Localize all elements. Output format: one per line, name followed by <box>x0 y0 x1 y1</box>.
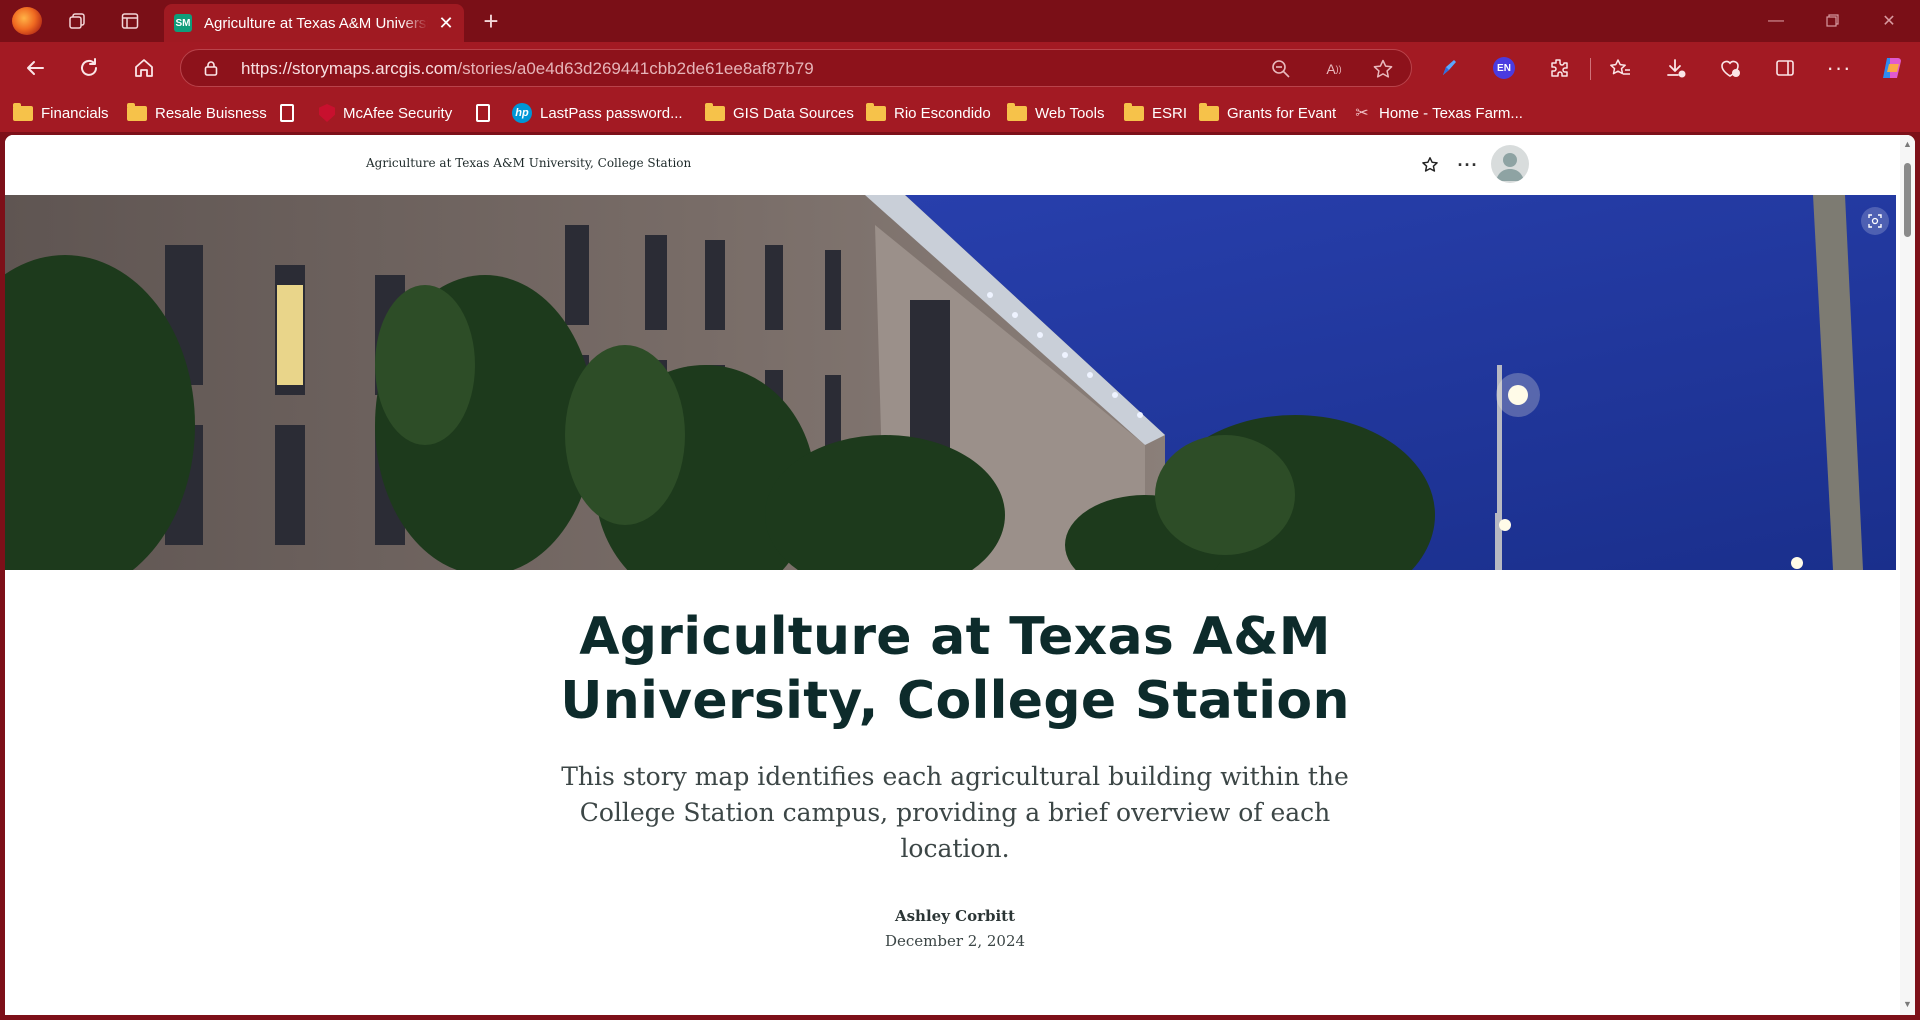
bookmark-document-2[interactable] <box>476 102 490 124</box>
copilot-icon[interactable] <box>1876 52 1908 84</box>
minimize-button[interactable]: — <box>1753 8 1799 34</box>
vertical-scrollbar[interactable]: ▲ ▼ <box>1900 135 1915 1015</box>
mcafee-icon <box>319 104 335 122</box>
toolbar-separator <box>1590 58 1591 80</box>
bookmark-label: ESRI <box>1152 104 1188 122</box>
bookmark-web-tools[interactable]: Web Tools <box>1007 102 1105 124</box>
bookmark-label: Financials <box>41 104 109 122</box>
scroll-down-arrow-icon[interactable]: ▼ <box>1903 999 1912 1009</box>
read-aloud-icon[interactable]: A)) <box>1322 57 1346 81</box>
refresh-button[interactable] <box>71 51 107 85</box>
url-text[interactable]: https://storymaps.arcgis.com/stories/a0e… <box>241 59 814 79</box>
story-title: Agriculture at Texas A&M University, Col… <box>560 607 1350 731</box>
browser-essentials-icon[interactable] <box>1714 52 1746 84</box>
new-tab-button[interactable]: + <box>474 6 508 36</box>
tab-active[interactable]: SM Agriculture at Texas A&M University, … <box>164 4 464 42</box>
folder-icon <box>127 102 147 121</box>
storymaps-favicon-icon: SM <box>174 14 192 32</box>
close-tab-icon[interactable]: ✕ <box>434 11 458 35</box>
bookmark-label: GIS Data Sources <box>733 104 854 122</box>
url-path: /stories/a0e4d63d269441cbb2de61ee8af87b7… <box>457 59 814 78</box>
workspaces-icon[interactable] <box>60 5 94 37</box>
bookmark-gis-data-sources[interactable]: GIS Data Sources <box>705 102 854 124</box>
document-icon <box>476 104 490 122</box>
bookmark-label: Resale Buisness <box>155 104 267 122</box>
story-author: Ashley Corbitt <box>894 907 1016 925</box>
extensions-icon[interactable] <box>1543 52 1575 84</box>
home-button[interactable] <box>126 51 162 85</box>
restore-button[interactable] <box>1810 8 1856 34</box>
collections-icon[interactable] <box>1769 52 1801 84</box>
navigation-bar: https://storymaps.arcgis.com/stories/a0e… <box>0 42 1920 94</box>
bookmarks-bar: Financials Resale Buisness McAfee Securi… <box>0 94 1920 132</box>
bookmark-label: Grants for Evant <box>1227 104 1337 122</box>
bookmark-rio-escondido[interactable]: Rio Escondido <box>866 102 991 124</box>
vertical-tabs-icon[interactable] <box>113 5 147 37</box>
bookmark-grants-for-evant[interactable]: Grants for Evant <box>1199 102 1336 124</box>
bookmark-financials[interactable]: Financials <box>13 102 109 124</box>
more-options-icon[interactable]: ··· <box>1823 52 1855 84</box>
document-icon <box>280 104 294 122</box>
story-subtitle: This story map identifies each agricultu… <box>561 762 1349 863</box>
bookmark-label: LastPass password... <box>540 104 683 122</box>
url-host: https://storymaps.arcgis.com <box>241 59 458 78</box>
hero-image <box>5 195 1896 570</box>
zoom-out-icon[interactable] <box>1269 57 1293 81</box>
downloads-icon[interactable] <box>1659 52 1691 84</box>
bookmark-mcafee[interactable]: McAfee Security <box>319 102 452 124</box>
profile-avatar[interactable] <box>12 7 42 35</box>
user-avatar[interactable] <box>1491 145 1529 183</box>
lock-icon[interactable] <box>203 60 219 76</box>
folder-icon <box>1007 102 1027 121</box>
bookmark-texas-farm[interactable]: ✂ Home - Texas Farm... <box>1353 102 1523 124</box>
bookmark-label: Web Tools <box>1035 104 1105 122</box>
address-bar[interactable]: https://storymaps.arcgis.com/stories/a0e… <box>180 49 1412 87</box>
folder-icon <box>13 102 33 121</box>
close-window-button[interactable]: ✕ <box>1866 8 1912 34</box>
designer-pen-icon[interactable] <box>1433 52 1465 84</box>
bookmark-label: Home - Texas Farm... <box>1379 104 1523 122</box>
title-bar: SM Agriculture at Texas A&M University, … <box>0 0 1920 42</box>
folder-icon <box>1199 102 1219 121</box>
more-options-icon[interactable]: ··· <box>1456 153 1480 177</box>
bookmark-resale-business[interactable]: Resale Buisness <box>127 102 267 124</box>
bookmark-lastpass[interactable]: hp LastPass password... <box>512 102 683 124</box>
favorite-star-icon[interactable] <box>1371 57 1395 81</box>
storymap-header-title: Agriculture at Texas A&M University, Col… <box>366 156 692 170</box>
hp-icon: hp <box>512 103 532 123</box>
page-viewport: Agriculture at Texas A&M University, Col… <box>5 135 1915 1015</box>
back-button[interactable] <box>17 51 53 85</box>
story-date: December 2, 2024 <box>884 932 1026 950</box>
scrollbar-thumb[interactable] <box>1904 163 1911 237</box>
favorites-icon[interactable] <box>1604 52 1636 84</box>
language-badge: EN <box>1493 57 1515 79</box>
storymap-header: Agriculture at Texas A&M University, Col… <box>5 135 1900 195</box>
tab-title: Agriculture at Texas A&M University, Col… <box>204 14 428 32</box>
folder-icon <box>866 102 886 121</box>
view-full-image-icon[interactable] <box>1861 207 1889 235</box>
folder-icon <box>1124 102 1144 121</box>
bookmark-label: Rio Escondido <box>894 104 991 122</box>
scroll-up-arrow-icon[interactable]: ▲ <box>1903 139 1912 149</box>
translate-extension-icon[interactable]: EN <box>1488 52 1520 84</box>
hero-building-photo <box>5 195 1896 570</box>
bookmark-document-1[interactable] <box>280 102 294 124</box>
bookmark-esri[interactable]: ESRI <box>1124 102 1187 124</box>
folder-icon <box>705 102 725 121</box>
favorite-star-icon[interactable] <box>1418 153 1442 177</box>
texas-farm-icon: ✂ <box>1355 105 1369 122</box>
bookmark-label: McAfee Security <box>343 104 453 122</box>
